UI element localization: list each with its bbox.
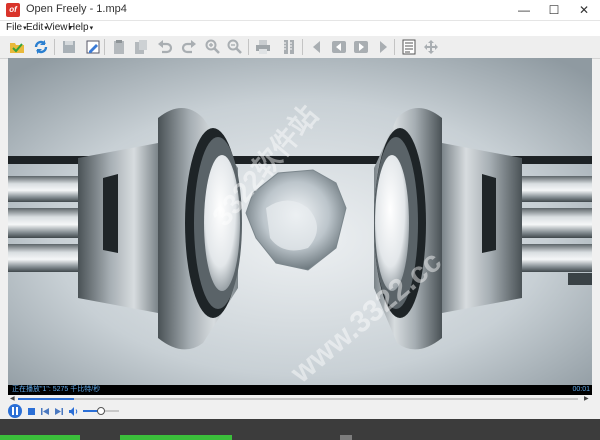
video-content-image: 3322软件站 www.3322.cc [8,58,592,385]
seek-back-icon[interactable]: ◀ [10,395,15,403]
ruler-icon[interactable] [280,38,298,56]
redo-icon[interactable] [180,38,198,56]
next-icon[interactable] [374,38,392,56]
toolbar-separator [54,39,55,55]
taskbar-indicator [340,435,352,440]
page-layout-icon[interactable] [400,38,418,56]
video-frame[interactable]: 3322软件站 www.3322.cc [8,58,592,385]
window-title: Open Freely - 1.mp4 [26,3,127,15]
menu-bar: File▾ Edit▾ View ▾ Help▾ [0,21,600,36]
move-icon[interactable] [422,38,440,56]
stop-button[interactable] [25,404,37,418]
refresh-icon[interactable] [32,38,50,56]
skip-forward-icon [55,407,63,415]
taskbar-indicator [120,435,232,440]
toolbar-separator [104,39,105,55]
volume-handle[interactable] [97,407,105,415]
minimize-button[interactable]: — [510,0,538,20]
pause-icon [12,407,18,415]
speaker-icon [69,406,78,416]
previous-track-button[interactable] [39,404,51,418]
seek-slider[interactable] [18,398,578,400]
open-folder-icon[interactable] [8,38,26,56]
app-logo-icon: of [6,3,20,17]
clipboard-icon[interactable] [110,38,128,56]
toolbar [0,36,600,59]
maximize-button[interactable]: ☐ [540,0,568,20]
menu-view-label: View [46,22,68,33]
paste-icon[interactable] [132,38,150,56]
status-strip: 正在播放"1": 5275 千比特/秒 00:01 [8,385,592,395]
toolbar-separator [248,39,249,55]
volume-slider[interactable] [83,407,119,415]
toolbar-separator [394,39,395,55]
menu-edit-label: Edit [26,22,44,33]
forward-icon[interactable] [352,38,370,56]
playback-controls [0,403,600,419]
menu-file-label: File [6,22,23,33]
previous-icon[interactable] [308,38,326,56]
title-bar: of Open Freely - 1.mp4 — ☐ ✕ [0,0,600,21]
zoom-in-icon[interactable] [204,38,222,56]
taskbar-indicator [0,435,80,440]
mute-button[interactable] [68,404,80,418]
menu-file[interactable]: File▾ [6,22,27,33]
buffer-status: 正在播放"1": 5275 千比特/秒 [12,386,101,393]
seek-progress [18,398,74,400]
save-icon[interactable] [60,38,78,56]
close-button[interactable]: ✕ [570,0,598,20]
elapsed-time: 00:01 [572,386,590,393]
seek-row: ◀ ▶ [8,395,592,403]
stop-icon [27,407,35,415]
edit-icon[interactable] [84,38,102,56]
next-track-button[interactable] [53,404,65,418]
menu-help[interactable]: Help▾ [68,22,93,33]
back-icon[interactable] [330,38,348,56]
menu-edit[interactable]: Edit▾ [26,22,48,33]
bottom-strip [0,419,600,440]
menu-help-label: Help [68,22,89,33]
skip-back-icon [41,407,49,415]
toolbar-separator [302,39,303,55]
print-icon[interactable] [254,38,272,56]
chevron-down-icon: ▾ [89,25,94,32]
pause-button[interactable] [8,404,22,418]
seek-forward-icon[interactable]: ▶ [584,395,589,403]
zoom-out-icon[interactable] [226,38,244,56]
undo-icon[interactable] [156,38,174,56]
